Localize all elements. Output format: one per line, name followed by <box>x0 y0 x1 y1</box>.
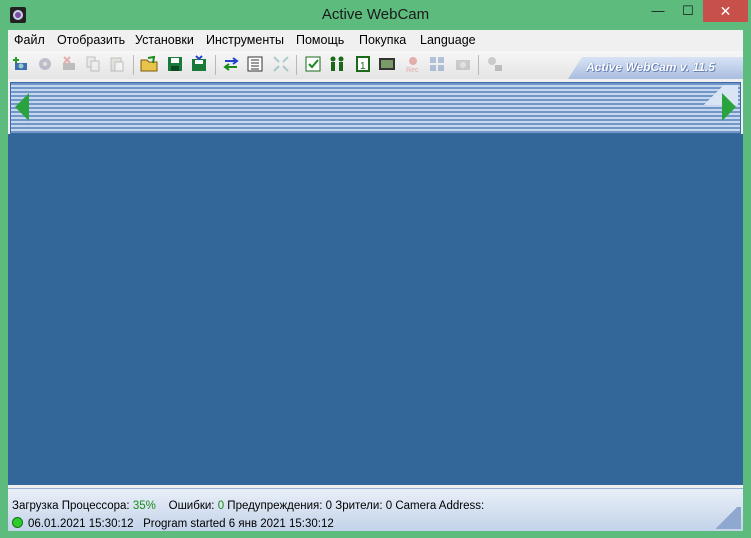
network-icon[interactable] <box>486 55 504 73</box>
cpu-value: 35% <box>132 500 156 512</box>
scroll-right-arrow-icon[interactable] <box>722 93 736 121</box>
app-window: Active WebCam — ☐ ✕ Файл Отобразить Уста… <box>0 0 751 538</box>
close-button[interactable]: ✕ <box>703 0 748 22</box>
snapshot-icon[interactable] <box>454 55 472 73</box>
maximize-button[interactable]: ☐ <box>676 0 700 22</box>
svg-text:1: 1 <box>360 61 366 72</box>
copy-icon[interactable] <box>84 55 102 73</box>
minimize-button[interactable]: — <box>640 0 676 22</box>
title-bar[interactable]: Active WebCam — ☐ ✕ <box>0 0 751 30</box>
client-area: Файл Отобразить Установки Инструменты По… <box>8 30 743 531</box>
toolbar-separator <box>215 55 216 75</box>
scroll-left-arrow-icon[interactable] <box>15 93 29 121</box>
save-all-icon[interactable] <box>190 55 208 73</box>
delete-camera-icon[interactable] <box>60 55 78 73</box>
status-message: Program started 6 янв 2021 15:30:12 <box>143 518 334 530</box>
single-view-icon[interactable]: 1 <box>354 55 372 73</box>
image-icon[interactable] <box>378 55 396 73</box>
menu-view[interactable]: Отобразить <box>57 33 125 47</box>
toolbar-separator <box>478 55 479 75</box>
video-area[interactable] <box>8 134 743 485</box>
menu-bar: Файл Отобразить Установки Инструменты По… <box>8 30 743 51</box>
add-camera-icon[interactable] <box>12 55 30 73</box>
schedule-icon[interactable] <box>304 55 322 73</box>
swap-icon[interactable] <box>222 55 240 73</box>
menu-file[interactable]: Файл <box>14 33 45 47</box>
toolbar-separator <box>133 55 134 75</box>
errors-label: Ошибки: <box>168 500 215 512</box>
window-title: Active WebCam <box>321 6 430 23</box>
menu-tools[interactable]: Инструменты <box>206 33 284 47</box>
toolbar: 1 Rec Active WebCam v. 11.5 <box>8 51 743 79</box>
save-icon[interactable] <box>166 55 184 73</box>
toolbar-separator <box>296 55 297 75</box>
camera-settings-icon[interactable] <box>36 55 54 73</box>
cpu-label: Загрузка Процессора: <box>12 500 130 512</box>
svg-text:Rec: Rec <box>406 67 419 73</box>
open-icon[interactable] <box>140 55 158 73</box>
camera-strip <box>10 82 741 134</box>
status-line-stats: Загрузка Процессора: 35% Ошибки: 0 Преду… <box>12 500 484 512</box>
users-icon[interactable] <box>328 55 346 73</box>
multi-view-icon[interactable] <box>428 55 446 73</box>
status-line-log: 06.01.2021 15:30:12 Program started 6 ян… <box>12 517 334 530</box>
record-icon[interactable]: Rec <box>404 55 422 73</box>
paste-icon[interactable] <box>108 55 126 73</box>
status-led-icon <box>12 517 23 528</box>
status-bar: Загрузка Процессора: 35% Ошибки: 0 Преду… <box>8 488 743 531</box>
brand-label: Active WebCam v. 11.5 <box>586 60 715 74</box>
resize-grip-icon[interactable] <box>711 507 741 529</box>
errors-value: 0 <box>217 500 225 512</box>
menu-purchase[interactable]: Покупка <box>359 33 406 47</box>
warnings-value: 0 <box>325 500 333 512</box>
camera-address-label: Camera Address: <box>395 500 485 512</box>
warnings-label: Предупреждения: <box>227 500 323 512</box>
menu-settings[interactable]: Установки <box>135 33 194 47</box>
viewers-label: Зрители: <box>335 500 383 512</box>
menu-language[interactable]: Language <box>420 33 476 47</box>
status-datetime: 06.01.2021 15:30:12 <box>28 518 134 530</box>
menu-help[interactable]: Помощь <box>296 33 344 47</box>
viewers-value: 0 <box>385 500 393 512</box>
list-icon[interactable] <box>246 55 264 73</box>
fullscreen-icon[interactable] <box>272 55 290 73</box>
